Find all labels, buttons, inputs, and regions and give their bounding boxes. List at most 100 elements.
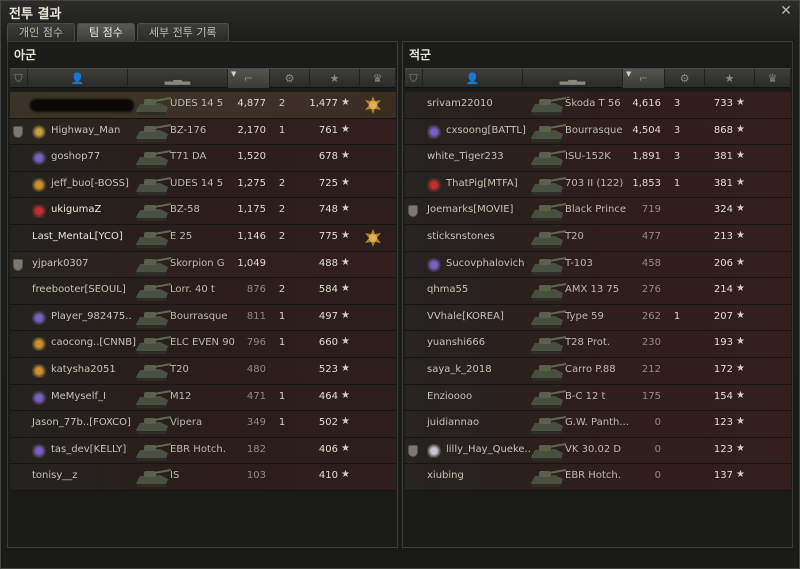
star-icon: ★: [736, 442, 745, 454]
column-header-squad[interactable]: ⛉: [405, 69, 423, 88]
ally-player-row[interactable]: tas_dev[KELLY] EBR Hotch. 182 406 ★: [10, 437, 396, 465]
enemy-player-row[interactable]: VVhale[KOREA] Type 59 262 1 207 ★: [405, 304, 791, 332]
enemy-player-row[interactable]: srivam22010 Škoda T 56 4,616 3 733 ★: [405, 92, 791, 119]
enemy-player-row[interactable]: lilly_Hay_Queke.. VK 30.02 D 0 123 ★: [405, 437, 791, 465]
ally-player-row[interactable]: Last_MentaL[YCO] E 25 1,146 2 775 ★: [10, 224, 396, 252]
xp-value: 761: [318, 124, 338, 136]
xp-value: 324: [713, 204, 733, 216]
enemy-player-row[interactable]: sticksnstones T20 477 213 ★: [405, 224, 791, 252]
close-icon[interactable]: ✕: [777, 2, 795, 20]
tank-icon: ▂▃▂: [559, 72, 586, 85]
tab-battle-details[interactable]: 세부 전투 기록: [136, 23, 229, 41]
enemy-player-row[interactable]: saya_k_2018 Carro P.88 212 172 ★: [405, 357, 791, 385]
tank-name: M12: [170, 390, 192, 402]
ally-player-row[interactable]: Highway_Man BZ-176 2,170 1 761 ★: [10, 118, 396, 146]
damage-value: 458: [641, 257, 661, 269]
column-header-tank[interactable]: ▂▃▂: [523, 69, 623, 88]
medal-icon[interactable]: [363, 228, 383, 248]
enemy-player-row[interactable]: xiubing EBR Hotch. 0 137 ★: [405, 464, 791, 491]
column-header-medal[interactable]: ♛: [755, 69, 791, 88]
enemy-player-row[interactable]: cxsoong[BATTL] Bourrasque 4,504 3 868 ★: [405, 118, 791, 146]
ally-player-row[interactable]: goshop77 T71 DA 1,520 678 ★: [10, 145, 396, 172]
battle-results-window: 전투 결과 ✕ 개인 점수 팀 점수 세부 전투 기록 아군 ⛉ 👤 ▂▃▂ ⌐ ▼ ⚙ ★…: [0, 0, 800, 569]
xp-value: 381: [713, 177, 733, 189]
player-name: yuanshi666: [427, 337, 486, 349]
column-header-damage[interactable]: ⌐ ▼: [623, 69, 665, 88]
enemy-player-row[interactable]: qhma55 AMX 13 75 276 214 ★: [405, 278, 791, 305]
star-icon: ★: [736, 150, 745, 162]
tank-icon: [527, 93, 567, 117]
tab-personal-score[interactable]: 개인 점수: [7, 23, 75, 41]
ally-player-row[interactable]: Jason_77b..[FOXCO] Vipera 349 1 502 ★: [10, 411, 396, 438]
ally-player-row[interactable]: freebooter[SEOUL] Lorr. 40 t 876 2 584 ★: [10, 278, 396, 305]
enemy-player-row[interactable]: yuanshi666 T28 Prot. 230 193 ★: [405, 331, 791, 358]
kills-value: 3: [673, 124, 681, 136]
clan-emblem-icon: [427, 257, 441, 272]
tank-icon: [132, 439, 172, 463]
column-header-xp-star[interactable]: ★: [705, 69, 755, 88]
damage-value: 471: [246, 390, 266, 402]
enemy-player-row[interactable]: Enzioooo B-C 12 t 175 154 ★: [405, 384, 791, 412]
enemy-player-row[interactable]: ThatPig[MTFA] 703 II (122) 1,853 1 381 ★: [405, 171, 791, 199]
tank-icon: [132, 199, 172, 223]
tank-icon: [132, 173, 172, 197]
player-name: yjpark0307: [32, 257, 89, 269]
enemy-player-row[interactable]: white_Tiger233 ISU-152K 1,891 3 381 ★: [405, 145, 791, 172]
tank-icon: [527, 146, 567, 170]
star-icon: ★: [341, 203, 350, 215]
player-name: Last_MentaL[YCO]: [32, 230, 123, 242]
column-header-player[interactable]: 👤: [423, 69, 523, 88]
player-name: freebooter[SEOUL]: [32, 284, 126, 296]
damage-value: 103: [246, 470, 266, 482]
star-icon: ★: [341, 97, 350, 108]
ally-player-row[interactable]: MeMyself_I M12 471 1 464 ★: [10, 384, 396, 412]
kills-value: 2: [278, 177, 286, 189]
column-header-kills[interactable]: ⚙: [270, 69, 310, 88]
column-header-kills[interactable]: ⚙: [665, 69, 705, 88]
tank-icon: [527, 199, 567, 223]
tank-icon: [527, 332, 567, 356]
column-header-tank[interactable]: ▂▃▂: [128, 69, 228, 88]
tank-icon: [132, 306, 172, 330]
tank-name: T28 Prot.: [565, 337, 610, 349]
star-icon: ★: [341, 442, 350, 454]
medal-icon[interactable]: [363, 95, 383, 115]
damage-value: 276: [641, 284, 661, 296]
ally-player-row[interactable]: katysha2051 T20 480 523 ★: [10, 357, 396, 385]
column-header-medal[interactable]: ♛: [360, 69, 396, 88]
column-header-damage[interactable]: ⌐ ▼: [228, 69, 270, 88]
player-name: white_Tiger233: [427, 151, 504, 163]
tank-icon: [132, 465, 172, 489]
xp-value: 868: [713, 124, 733, 136]
ally-player-row[interactable]: tonisy__z IS 103 410 ★: [10, 464, 396, 491]
column-header-player[interactable]: 👤: [28, 69, 128, 88]
tank-name: AMX 13 75: [565, 284, 620, 296]
column-header-xp-star[interactable]: ★: [310, 69, 360, 88]
sort-arrow-icon: ▼: [626, 70, 632, 78]
damage-value: 811: [246, 310, 266, 322]
tank-name: E 25: [170, 230, 193, 242]
ally-player-row[interactable]: Player_982475.. Bourrasque 811 1 497 ★: [10, 304, 396, 332]
sort-arrow-icon: ▼: [231, 70, 237, 78]
ally-player-row[interactable]: caocong..[CNNB] ELC EVEN 90 796 1 660 ★: [10, 331, 396, 358]
column-header-squad[interactable]: ⛉: [10, 69, 28, 88]
tank-name: ISU-152K: [565, 151, 611, 163]
kills-value: 1: [278, 310, 286, 322]
damage-value: 4,616: [632, 98, 661, 109]
enemy-team-list: srivam22010 Škoda T 56 4,616 3 733 ★ cxsoong[B…: [405, 92, 791, 491]
enemy-player-row[interactable]: Joemarks[MOVIE] Black Prince 719 324 ★: [405, 198, 791, 225]
player-name: xiubing: [427, 470, 464, 482]
star-icon: ★: [341, 150, 350, 162]
ally-player-row[interactable]: jeff_buo[-BOSS] UDES 14 5 1,275 2 725 ★: [10, 171, 396, 199]
clan-emblem-icon: [427, 443, 441, 458]
ally-player-row[interactable]: ukigumaZ BZ-58 1,175 2 748 ★: [10, 198, 396, 225]
xp-value: 137: [713, 470, 733, 482]
star-icon: ★: [341, 256, 350, 268]
enemy-team-title: 적군: [409, 48, 432, 62]
enemy-player-row[interactable]: Sucovphalovich T-103 458 206 ★: [405, 251, 791, 279]
enemy-player-row[interactable]: juidiannao G.W. Panth... 0 123 ★: [405, 411, 791, 438]
ally-player-row[interactable]: yjpark0307 Skorpion G 1,049 488 ★: [10, 251, 396, 279]
tank-icon: [527, 306, 567, 330]
tab-team-score[interactable]: 팀 점수: [76, 23, 135, 41]
ally-player-row[interactable]: UDES 14 5 4,877 2 1,477 ★: [10, 92, 396, 119]
